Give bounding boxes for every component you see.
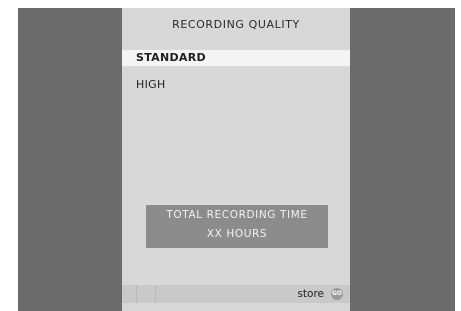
menu-item-high[interactable]: HIGH [122,77,350,93]
store-label: store [297,288,324,300]
menu-item-standard[interactable]: STANDARD [122,50,350,66]
info-heading: TOTAL RECORDING TIME [166,209,308,221]
bar-segment [122,285,137,303]
menu-title: RECORDING QUALITY [172,18,300,31]
bar-segment [136,285,156,303]
recording-quality-menu: RECORDING QUALITY STANDARD HIGH TOTAL RE… [122,8,350,311]
bottom-bar: store GO [122,285,350,303]
tv-screen: RECORDING QUALITY STANDARD HIGH TOTAL RE… [18,8,455,311]
info-value: XX HOURS [206,228,268,240]
recording-time-info: TOTAL RECORDING TIME XX HOURS [146,205,328,248]
go-button-icon[interactable]: GO [331,288,343,300]
